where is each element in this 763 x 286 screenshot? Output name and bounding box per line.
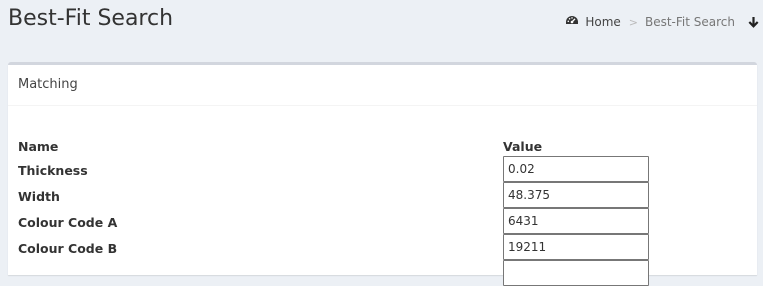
- row-label-thickness: Thickness: [18, 163, 88, 178]
- breadcrumb-current: Best-Fit Search: [644, 15, 735, 29]
- breadcrumb-home-link[interactable]: Home: [565, 15, 621, 30]
- thickness-input[interactable]: [503, 156, 649, 182]
- width-input[interactable]: [503, 182, 649, 208]
- breadcrumb-home-label: Home: [585, 15, 621, 29]
- arrow-down-icon[interactable]: [748, 16, 759, 28]
- breadcrumb-separator: >: [628, 15, 638, 29]
- breadcrumb: Home > Best-Fit Search: [565, 13, 759, 31]
- column-header-value: Value: [503, 139, 543, 154]
- content-header: Best-Fit Search Home > Best-Fit Search: [0, 0, 763, 47]
- colour-code-a-input[interactable]: [503, 208, 649, 234]
- dashboard-icon: [565, 15, 579, 30]
- colour-code-b-input[interactable]: [503, 234, 649, 260]
- row-label-colour-code-b: Colour Code B: [18, 241, 118, 256]
- panel-header: Matching: [8, 65, 757, 106]
- page-title: Best-Fit Search: [8, 6, 174, 31]
- matching-panel: Matching Name Value Thickness Width Colo…: [8, 62, 757, 286]
- column-header-name: Name: [18, 139, 59, 154]
- panel-title: Matching: [18, 77, 78, 92]
- row-label-width: Width: [18, 189, 60, 204]
- row-label-colour-code-a: Colour Code A: [18, 215, 118, 230]
